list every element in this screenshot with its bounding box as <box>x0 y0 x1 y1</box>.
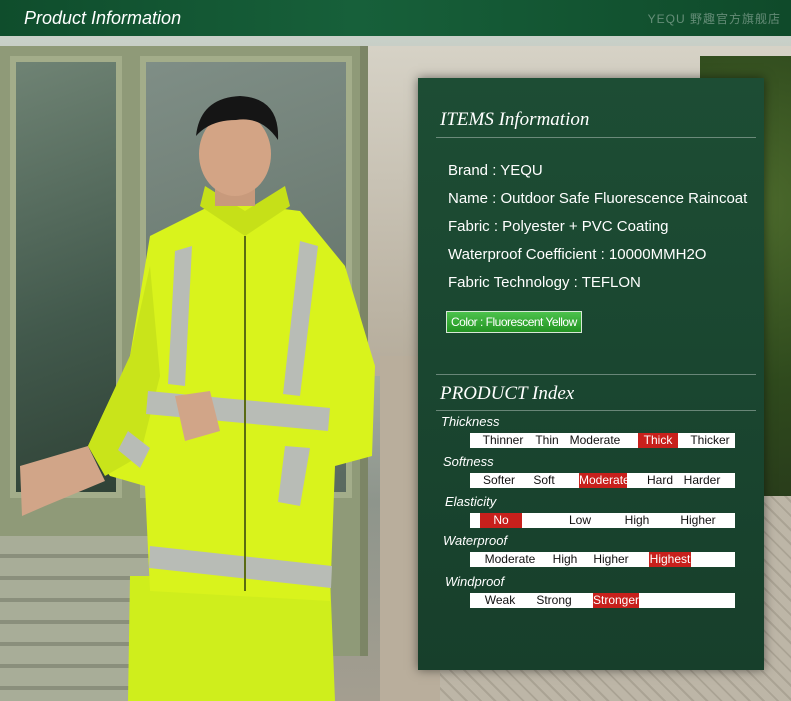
index-option: High <box>624 513 650 527</box>
index-option: Thinner <box>482 433 524 447</box>
fabric-line: Fabric : Polyester + PVC Coating <box>448 218 669 235</box>
index-option-selected: Highest <box>649 552 691 567</box>
index-option: Moderate <box>484 552 536 566</box>
index-option: Harder <box>683 473 721 487</box>
index-option: Thicker <box>690 433 730 447</box>
model-in-raincoat <box>20 96 375 701</box>
fabric-technology-line: Fabric Technology : TEFLON <box>448 274 641 291</box>
index-option: Low <box>568 513 591 527</box>
header-title: Product Information <box>24 8 182 28</box>
items-divider <box>436 137 756 138</box>
index-option: Softer <box>482 473 515 487</box>
index-option: High <box>552 552 578 566</box>
index-scale-elasticity: No Low High Higher <box>470 513 735 528</box>
index-label-elasticity: Elasticity <box>445 494 497 509</box>
index-option-selected: Thick <box>638 433 678 448</box>
index-option-selected: Stronger <box>593 593 640 608</box>
info-panel: ITEMS Information Brand : YEQU Name : Ou… <box>418 78 764 670</box>
index-divider <box>436 410 756 411</box>
index-label-waterproof: Waterproof <box>443 533 508 548</box>
shop-watermark: YEQU 野趣官方旗舰店 <box>647 12 781 26</box>
index-option: Higher <box>593 552 629 566</box>
index-option: Hard <box>646 473 673 487</box>
index-option: Moderate <box>569 433 621 447</box>
waterproof-coefficient-line: Waterproof Coefficient : 10000MMH2O <box>448 246 707 263</box>
name-line: Name : Outdoor Safe Fluorescence Raincoa… <box>448 190 748 207</box>
index-label-windproof: Windproof <box>445 574 505 589</box>
color-badge: Color : Fluorescent Yellow <box>446 311 582 333</box>
index-option: Soft <box>533 473 555 487</box>
index-divider-top <box>436 374 756 375</box>
index-option-selected: Moderate <box>579 473 630 488</box>
index-option: Weak <box>484 593 516 607</box>
index-option: Higher <box>680 513 716 527</box>
index-scale-windproof: Weak Strong Stronger <box>470 593 735 608</box>
index-option: Thin <box>535 433 559 447</box>
index-scale-waterproof: Moderate High Higher Highest <box>470 552 735 567</box>
index-label-softness: Softness <box>443 454 494 469</box>
items-section-title: ITEMS Information <box>440 109 590 130</box>
index-label-thickness: Thickness <box>441 414 500 429</box>
index-option: Strong <box>536 593 572 607</box>
index-option-selected: No <box>480 513 522 528</box>
index-scale-softness: Softer Soft Moderate Hard Harder <box>470 473 735 488</box>
header-bar: Product Information YEQU 野趣官方旗舰店 <box>0 0 791 36</box>
index-section-title: PRODUCT Index <box>440 383 575 404</box>
index-scale-thickness: Thinner Thin Moderate Thick Thicker <box>470 433 735 448</box>
brand-line: Brand : YEQU <box>448 162 543 179</box>
